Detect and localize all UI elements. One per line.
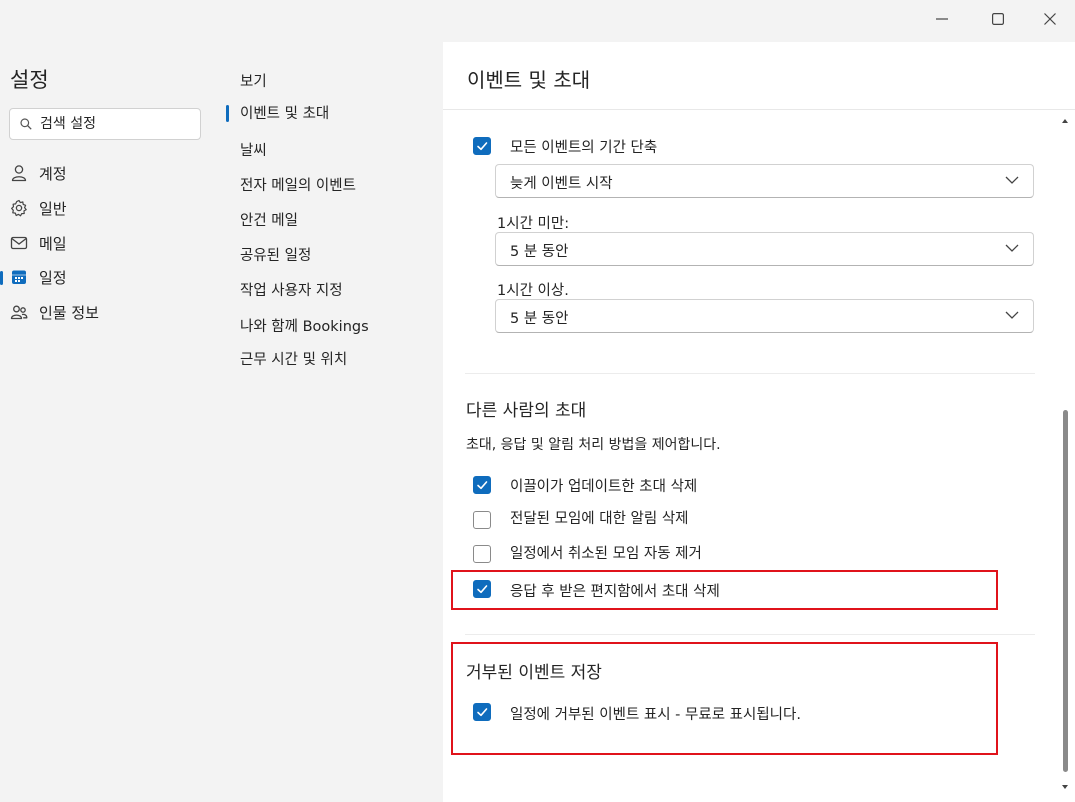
nav-agenda-mail[interactable]: 안건 메일 — [240, 209, 298, 230]
delete-updated-invites-checkbox[interactable] — [473, 476, 491, 494]
person-icon — [11, 165, 27, 182]
others-invites-title: 다른 사람의 초대 — [466, 401, 587, 421]
nav-bookings-with-me[interactable]: 나와 함께 Bookings — [240, 315, 369, 336]
maximize-button[interactable] — [985, 8, 1011, 30]
close-button[interactable] — [1037, 8, 1063, 30]
over-hour-dropdown[interactable]: 5 분 동안 — [495, 299, 1034, 333]
sidebar-item-label: 메일 — [39, 235, 67, 253]
active-indicator — [226, 105, 229, 122]
scroll-up-arrow-icon[interactable] — [1060, 116, 1070, 126]
checkmark-icon — [477, 481, 488, 490]
settings-content: 이벤트 및 초대 모든 이벤트의 기간 단축 늦게 이벤트 시작 1시간 미만:… — [443, 42, 1075, 802]
divider — [465, 373, 1035, 374]
search-input[interactable] — [40, 113, 195, 135]
nav-work-hours-location[interactable]: 근무 시간 및 위치 — [240, 348, 347, 369]
mail-icon — [10, 236, 28, 250]
nav-shared-calendars[interactable]: 공유된 일정 — [240, 244, 311, 265]
scrollbar-thumb[interactable] — [1063, 410, 1068, 772]
sidebar-item-calendar[interactable]: 일정 — [0, 262, 222, 292]
delete-forward-notifications-checkbox[interactable] — [473, 511, 491, 529]
over-hour-label: 1시간 이상. — [497, 283, 569, 299]
sidebar-item-people[interactable]: 인물 정보 — [0, 297, 222, 327]
page-title: 이벤트 및 초대 — [467, 68, 591, 92]
settings-title: 설정 — [10, 68, 49, 92]
checkbox-label: 일정에서 취소된 모임 자동 제거 — [510, 546, 702, 562]
nav-view[interactable]: 보기 — [240, 70, 267, 91]
sidebar-item-label: 일반 — [39, 200, 67, 218]
calendar-icon — [12, 270, 26, 284]
divider — [443, 109, 1075, 110]
chevron-down-icon — [1005, 311, 1019, 319]
under-hour-label: 1시간 미만: — [497, 216, 570, 232]
chevron-down-icon — [1005, 176, 1019, 184]
active-indicator — [0, 271, 3, 285]
shorten-events-checkbox[interactable] — [473, 137, 491, 155]
nav-customize-actions[interactable]: 작업 사용자 지정 — [240, 279, 343, 300]
shorten-events-label: 모든 이벤트의 기간 단축 — [510, 140, 658, 156]
dropdown-value: 5 분 동안 — [510, 311, 569, 327]
scroll-down-arrow-icon[interactable] — [1060, 782, 1070, 792]
nav-weather[interactable]: 날씨 — [240, 139, 267, 160]
title-bar — [0, 0, 1075, 42]
close-icon — [1044, 13, 1056, 25]
minimize-button[interactable] — [929, 8, 955, 30]
start-mode-dropdown[interactable]: 늦게 이벤트 시작 — [495, 164, 1034, 198]
checkbox-label: 전달된 모임에 대한 알림 삭제 — [510, 511, 689, 527]
sidebar-item-general[interactable]: 일반 — [0, 193, 222, 223]
maximize-icon — [992, 13, 1004, 25]
people-icon — [10, 305, 28, 320]
divider — [465, 634, 1035, 635]
dropdown-value: 5 분 동안 — [510, 244, 569, 260]
others-invites-description: 초대, 응답 및 알림 처리 방법을 제어합니다. — [466, 437, 721, 453]
sidebar-item-label: 계정 — [39, 165, 67, 183]
nav-events-invites[interactable]: 이벤트 및 초대 — [240, 102, 329, 123]
checkmark-icon — [477, 142, 488, 151]
chevron-down-icon — [1005, 244, 1019, 252]
search-box[interactable] — [9, 108, 201, 140]
calendar-settings-nav: 보기 이벤트 및 초대 날씨 전자 메일의 이벤트 안건 메일 공유된 일정 작… — [222, 42, 443, 802]
nav-events-from-email[interactable]: 전자 메일의 이벤트 — [240, 174, 356, 195]
dropdown-value: 늦게 이벤트 시작 — [510, 176, 613, 192]
sidebar-item-label: 일정 — [39, 269, 67, 287]
auto-remove-canceled-checkbox[interactable] — [473, 545, 491, 563]
highlight-box — [451, 570, 998, 610]
sidebar-item-account[interactable]: 계정 — [0, 158, 222, 188]
under-hour-dropdown[interactable]: 5 분 동안 — [495, 232, 1034, 266]
sidebar-item-label: 인물 정보 — [39, 304, 99, 322]
search-icon — [20, 118, 32, 130]
settings-sidebar: 설정 계정 일반 메일 — [0, 42, 222, 802]
highlight-box — [451, 642, 998, 755]
minimize-icon — [936, 18, 948, 20]
checkbox-label: 이끌이가 업데이트한 초대 삭제 — [510, 479, 698, 495]
sidebar-item-mail[interactable]: 메일 — [0, 228, 222, 258]
gear-icon — [11, 199, 27, 217]
